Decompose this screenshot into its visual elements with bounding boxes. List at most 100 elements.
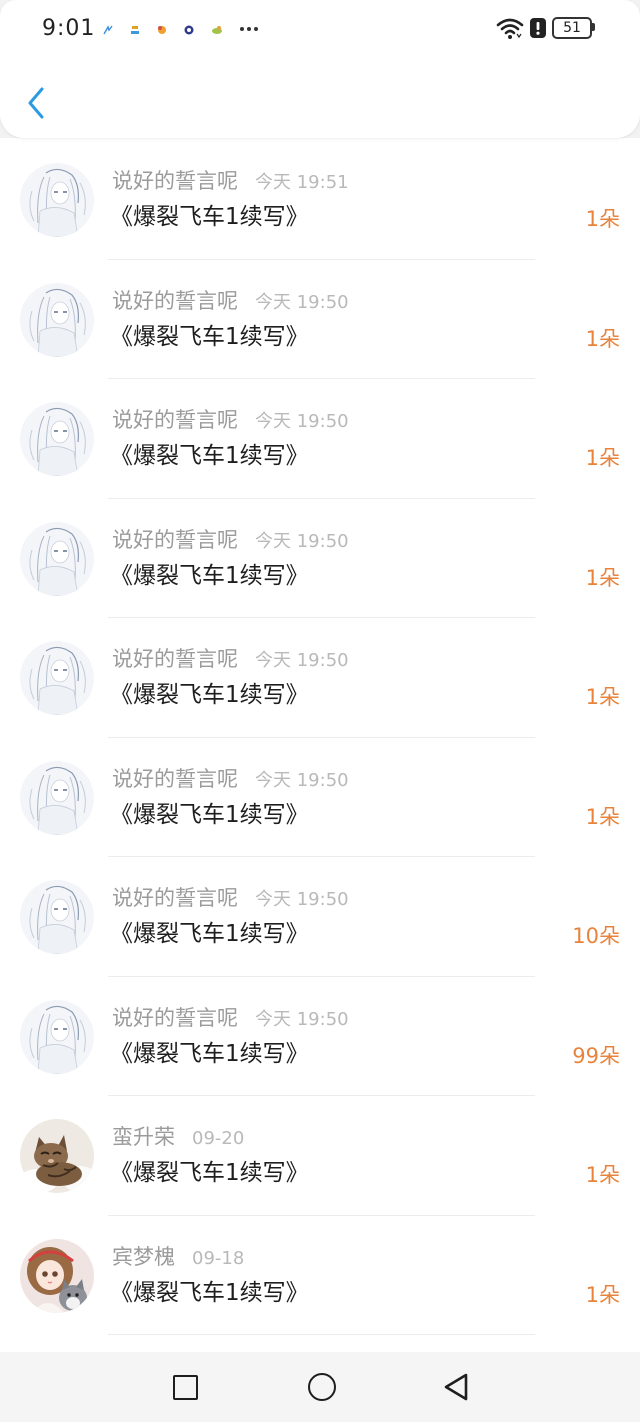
notification-icon — [212, 26, 222, 34]
list-item[interactable]: 说好的誓言呢 今天 19:50 《爆裂飞车1续写》 99朵 — [0, 977, 640, 1097]
flower-amount: 10朵 — [572, 924, 620, 948]
flower-amount: 1朵 — [585, 565, 620, 590]
sender-name: 说好的誓言呢 — [112, 288, 238, 313]
avatar[interactable] — [20, 1238, 94, 1313]
list-item[interactable]: 宾梦槐 09-18 《爆裂飞车1续写》 1朵 — [0, 1216, 640, 1336]
battery-icon: 51 — [552, 17, 592, 39]
avatar[interactable] — [20, 880, 94, 954]
work-title: 《爆裂飞车1续写》 — [110, 1279, 309, 1306]
work-title: 《爆裂飞车1续写》 — [110, 1040, 309, 1067]
flower-amount: 1朵 — [585, 1163, 620, 1187]
list-item[interactable]: 说好的誓言呢 今天 19:50 《爆裂飞车1续写》 1朵 — [0, 379, 640, 499]
avatar[interactable] — [20, 163, 94, 237]
row-meta: 说好的誓言呢 今天 19:50 — [112, 407, 349, 433]
flower-amount: 1朵 — [585, 685, 620, 709]
sender-name: 说好的誓言呢 — [112, 766, 238, 791]
status-time: 9:01 — [42, 16, 96, 41]
chevron-left-icon — [28, 87, 44, 119]
triangle-back-icon — [444, 1373, 468, 1401]
system-nav-bar — [0, 1352, 640, 1422]
row-meta: 说好的誓言呢 今天 19:50 — [112, 766, 349, 792]
work-title: 《爆裂飞车1续写》 — [110, 682, 309, 708]
avatar[interactable] — [20, 282, 94, 357]
list-item[interactable]: 说好的誓言呢 今天 19:50 《爆裂飞车1续写》 1朵 — [0, 499, 640, 619]
row-meta: 说好的誓言呢 今天 19:50 — [112, 527, 349, 553]
recents-button[interactable] — [150, 1352, 220, 1422]
sent-time: 今天 19:50 — [255, 889, 349, 910]
alert-icon — [530, 18, 546, 38]
cat-avatar-icon — [20, 1119, 94, 1193]
row-meta: 说好的誓言呢 今天 19:50 — [112, 885, 349, 911]
flower-gift-list: 说好的誓言呢 今天 19:51 《爆裂飞车1续写》 1朵 说好的誓言呢 今天 19:50 《… — [0, 138, 640, 1352]
sender-name: 蛮升荣 — [112, 1125, 175, 1149]
list-item[interactable]: 说好的誓言呢 今天 19:51 《爆裂飞车1续写》 1朵 — [0, 140, 640, 260]
back-button[interactable] — [18, 80, 54, 126]
row-meta: 说好的誓言呢 今天 19:50 — [112, 288, 349, 314]
sketch-avatar-icon — [20, 641, 94, 715]
sent-time: 今天 19:50 — [255, 650, 349, 671]
circle-icon — [308, 1373, 336, 1401]
work-title: 《爆裂飞车1续写》 — [110, 562, 309, 589]
sender-name: 说好的誓言呢 — [112, 527, 238, 552]
work-title: 《爆裂飞车1续写》 — [110, 443, 309, 469]
avatar[interactable] — [20, 999, 94, 1074]
work-title: 《爆裂飞车1续写》 — [110, 801, 309, 828]
flower-amount: 1朵 — [585, 446, 620, 470]
sent-time: 09-20 — [192, 1128, 245, 1149]
sent-time: 今天 19:51 — [255, 172, 349, 193]
list-item[interactable]: 说好的誓言呢 今天 19:50 《爆裂飞车1续写》 1朵 — [0, 260, 640, 380]
row-meta: 说好的誓言呢 今天 19:50 — [112, 646, 349, 672]
avatar[interactable] — [20, 760, 94, 835]
sent-time: 今天 19:50 — [255, 411, 349, 432]
avatar[interactable] — [20, 1119, 94, 1193]
work-title: 《爆裂飞车1续写》 — [110, 1160, 309, 1186]
sketch-avatar-icon — [20, 402, 94, 476]
flower-amount: 1朵 — [585, 804, 620, 829]
flower-amount: 1朵 — [585, 1282, 620, 1307]
battery-level: 51 — [563, 20, 581, 36]
row-meta: 宾梦槐 09-18 — [112, 1244, 244, 1270]
row-meta: 说好的誓言呢 今天 19:51 — [112, 168, 349, 194]
avatar[interactable] — [20, 641, 94, 715]
sender-name: 说好的誓言呢 — [112, 408, 238, 432]
notification-icon — [131, 26, 139, 34]
row-meta: 蛮升荣 09-20 — [112, 1124, 244, 1150]
list-item[interactable]: 说好的誓言呢 今天 19:50 《爆裂飞车1续写》 1朵 — [0, 738, 640, 858]
battery-tip — [592, 23, 595, 31]
flower-amount: 99朵 — [572, 1043, 620, 1068]
work-title: 《爆裂飞车1续写》 — [110, 204, 309, 230]
sent-time: 今天 19:50 — [255, 769, 349, 791]
list-item[interactable]: 蛮升荣 09-20 《爆裂飞车1续写》 1朵 — [0, 1096, 640, 1216]
sent-time: 今天 19:50 — [255, 1008, 349, 1030]
sender-name: 说好的誓言呢 — [112, 647, 238, 671]
more-notifications-icon — [240, 27, 258, 31]
app-header: 9:01 51 — [0, 0, 640, 138]
sketch-avatar-icon — [20, 282, 94, 357]
sender-name: 说好的誓言呢 — [112, 169, 238, 193]
work-title: 《爆裂飞车1续写》 — [110, 323, 309, 350]
list-item[interactable]: 说好的誓言呢 今天 19:50 《爆裂飞车1续写》 10朵 — [0, 857, 640, 977]
avatar[interactable] — [20, 402, 94, 476]
avatar[interactable] — [20, 521, 94, 596]
sketch-avatar-icon — [20, 521, 94, 596]
sketch-avatar-icon — [20, 760, 94, 835]
home-button[interactable] — [287, 1352, 357, 1422]
notification-icon — [184, 25, 194, 35]
doll-avatar-icon — [20, 1238, 94, 1313]
notification-icon — [158, 26, 166, 34]
sketch-avatar-icon — [20, 999, 94, 1074]
notification-icon — [103, 25, 113, 35]
sent-time: 今天 19:50 — [255, 291, 349, 313]
nav-back-button[interactable] — [421, 1352, 491, 1422]
flower-amount: 1朵 — [585, 326, 620, 351]
sent-time: 今天 19:50 — [255, 530, 349, 552]
sender-name: 说好的誓言呢 — [112, 886, 238, 910]
sent-time: 09-18 — [192, 1247, 245, 1269]
list-item[interactable]: 说好的誓言呢 今天 19:50 《爆裂飞车1续写》 1朵 — [0, 618, 640, 738]
sketch-avatar-icon — [20, 163, 94, 237]
sender-name: 宾梦槐 — [112, 1244, 175, 1269]
work-title: 《爆裂飞车1续写》 — [110, 921, 309, 947]
row-meta: 说好的誓言呢 今天 19:50 — [112, 1005, 349, 1031]
sketch-avatar-icon — [20, 880, 94, 954]
wifi-icon — [496, 18, 524, 39]
